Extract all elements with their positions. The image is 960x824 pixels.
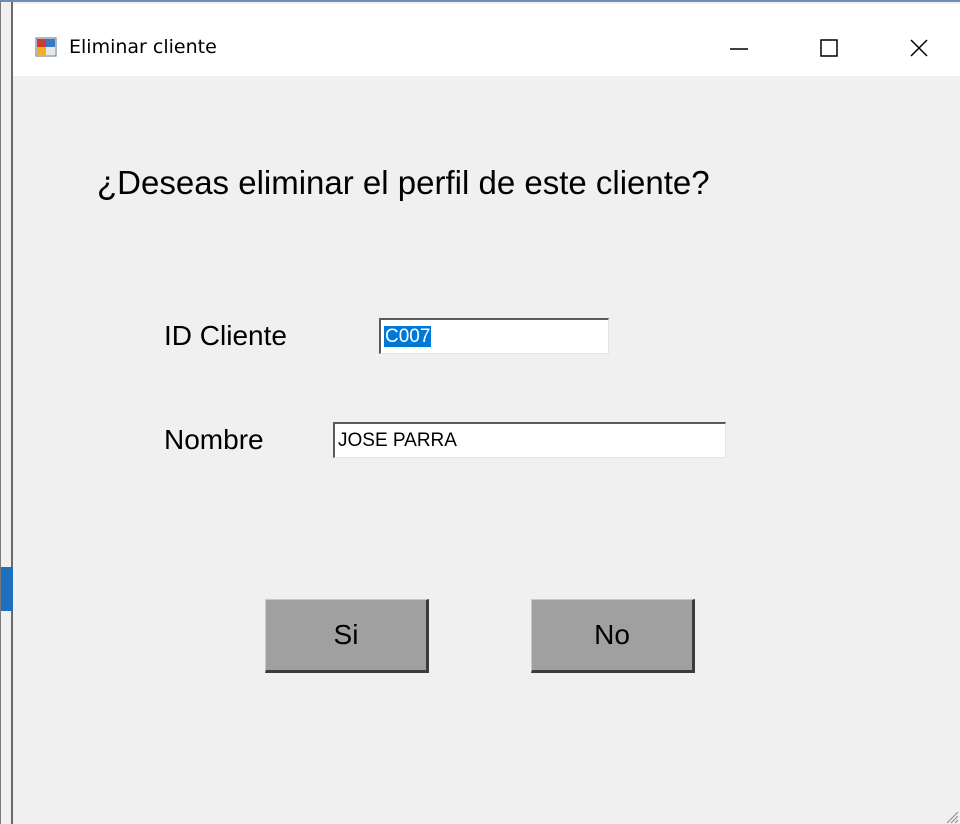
maximize-button[interactable] xyxy=(799,26,859,70)
resize-grip-icon[interactable] xyxy=(943,808,959,824)
dialog-client-area: ¿Deseas eliminar el perfil de este clien… xyxy=(13,76,960,824)
nombre-label: Nombre xyxy=(164,424,264,455)
window-title: Eliminar cliente xyxy=(69,36,217,58)
background-window-edge xyxy=(1,2,13,824)
nombre-value: JOSE PARRA xyxy=(338,430,457,451)
id-cliente-field[interactable]: C007 xyxy=(379,318,609,354)
dialog-window: Eliminar cliente ¿Deseas eliminar el per… xyxy=(0,0,960,824)
title-bar[interactable]: Eliminar cliente xyxy=(13,4,960,76)
yes-button[interactable]: Si xyxy=(265,599,429,673)
close-icon xyxy=(908,37,930,59)
confirmation-question: ¿Deseas eliminar el perfil de este clien… xyxy=(97,164,710,201)
no-button[interactable]: No xyxy=(531,599,695,673)
minimize-button[interactable] xyxy=(709,26,769,70)
maximize-icon xyxy=(818,37,840,59)
close-button[interactable] xyxy=(889,26,949,70)
nombre-field[interactable]: JOSE PARRA xyxy=(333,422,726,458)
minimize-icon xyxy=(728,37,750,59)
id-cliente-label: ID Cliente xyxy=(164,320,287,351)
id-cliente-value: C007 xyxy=(384,326,432,347)
app-form-icon xyxy=(35,36,57,58)
